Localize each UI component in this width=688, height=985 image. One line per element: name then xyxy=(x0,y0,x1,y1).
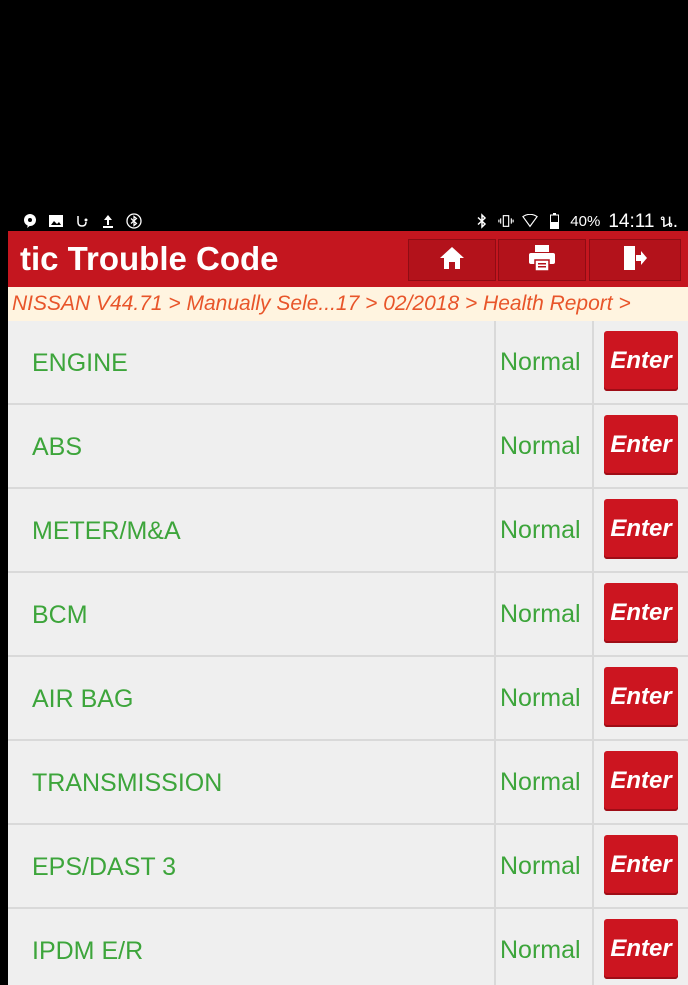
battery-icon xyxy=(546,213,562,229)
column-divider xyxy=(494,573,496,655)
system-list: ENGINE Normal Enter ABS Normal Enter MET… xyxy=(8,321,688,985)
chat-icon xyxy=(22,213,38,229)
bluetooth-circle-icon xyxy=(126,213,142,229)
list-item: METER/M&A Normal Enter xyxy=(8,489,688,573)
enter-button[interactable]: Enter xyxy=(604,835,678,895)
column-divider xyxy=(592,489,594,571)
list-item: ABS Normal Enter xyxy=(8,405,688,489)
battery-percent: 40% xyxy=(570,212,601,230)
module-name: ENGINE xyxy=(32,349,128,377)
column-divider xyxy=(592,573,594,655)
list-item: ENGINE Normal Enter xyxy=(8,321,688,405)
column-divider xyxy=(592,321,594,403)
print-icon xyxy=(527,244,557,277)
column-divider xyxy=(592,741,594,823)
enter-button[interactable]: Enter xyxy=(604,919,678,979)
module-name: ABS xyxy=(32,433,83,461)
module-status: Normal xyxy=(500,936,581,964)
status-left-icons xyxy=(8,213,142,229)
exit-button[interactable] xyxy=(589,239,681,281)
column-divider xyxy=(592,405,594,487)
app-header: tic Trouble Code xyxy=(8,231,688,287)
column-divider xyxy=(494,405,496,487)
enter-button[interactable]: Enter xyxy=(604,499,678,559)
module-status: Normal xyxy=(500,768,581,796)
bluetooth-icon xyxy=(474,213,490,229)
enter-button[interactable]: Enter xyxy=(604,415,678,475)
column-divider xyxy=(494,321,496,403)
column-divider xyxy=(592,825,594,907)
module-name: EPS/DAST 3 xyxy=(32,853,177,881)
list-item: BCM Normal Enter xyxy=(8,573,688,657)
column-divider xyxy=(494,489,496,571)
print-button[interactable] xyxy=(498,239,586,281)
breadcrumb: NISSAN V44.71 > Manually Sele...17 > 02/… xyxy=(8,287,688,321)
vibrate-icon xyxy=(498,213,514,229)
device-screen: 40% 14:11 น. tic Trouble Code NISSAN V44… xyxy=(8,8,688,985)
upload-icon xyxy=(100,213,116,229)
home-icon xyxy=(438,245,466,276)
module-name: TRANSMISSION xyxy=(32,769,223,797)
module-name: METER/M&A xyxy=(32,517,181,545)
exit-icon xyxy=(621,244,649,277)
enter-button[interactable]: Enter xyxy=(604,667,678,727)
module-name: BCM xyxy=(32,601,88,629)
enter-button[interactable]: Enter xyxy=(604,583,678,643)
column-divider xyxy=(592,909,594,985)
column-divider xyxy=(494,741,496,823)
module-status: Normal xyxy=(500,684,581,712)
list-item: EPS/DAST 3 Normal Enter xyxy=(8,825,688,909)
list-item: AIR BAG Normal Enter xyxy=(8,657,688,741)
image-icon xyxy=(48,213,64,229)
module-status: Normal xyxy=(500,348,581,376)
column-divider xyxy=(494,657,496,739)
module-status: Normal xyxy=(500,852,581,880)
column-divider xyxy=(592,657,594,739)
module-status: Normal xyxy=(500,516,581,544)
list-item: TRANSMISSION Normal Enter xyxy=(8,741,688,825)
module-status: Normal xyxy=(500,600,581,628)
column-divider xyxy=(494,825,496,907)
home-button[interactable] xyxy=(408,239,496,281)
module-name: AIR BAG xyxy=(32,685,134,713)
enter-button[interactable]: Enter xyxy=(604,331,678,391)
usb-debug-icon xyxy=(74,213,90,229)
module-status: Normal xyxy=(500,432,581,460)
module-name: IPDM E/R xyxy=(32,937,144,965)
column-divider xyxy=(494,909,496,985)
page-title: tic Trouble Code xyxy=(20,240,279,277)
wifi-icon xyxy=(522,213,539,229)
enter-button[interactable]: Enter xyxy=(604,751,678,811)
list-item: IPDM E/R Normal Enter xyxy=(8,909,688,985)
